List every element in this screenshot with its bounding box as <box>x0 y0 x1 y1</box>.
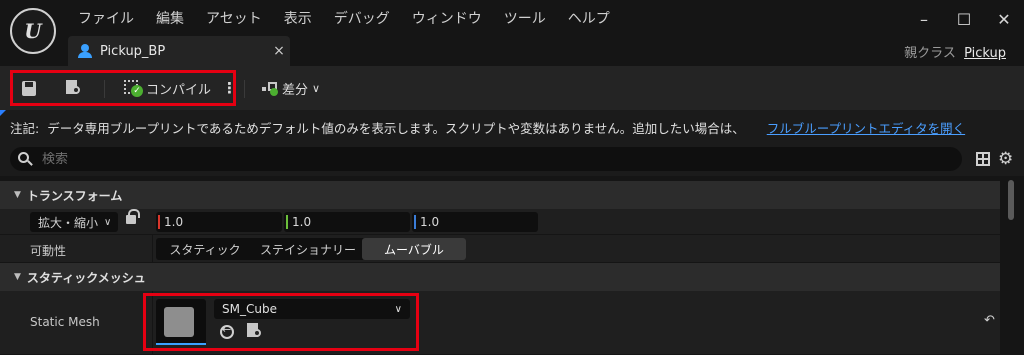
parent-class-link[interactable]: Pickup <box>964 46 1006 61</box>
search-icon <box>18 152 33 166</box>
notice-text: データ専用ブループリントであるためデフォルト値のみを表示します。スクリプトや変数… <box>47 120 745 136</box>
compile-success-icon: ✓ <box>124 80 143 97</box>
column-divider <box>152 235 153 262</box>
compile-label: コンパイル <box>146 82 212 98</box>
details-search-row: ⚙ <box>0 144 1024 176</box>
menu-bar: ファイル 編集 アセット 表示 デバッグ ウィンドウ ツール ヘルプ <box>78 8 632 28</box>
y-axis-marker <box>286 215 288 229</box>
save-button[interactable] <box>22 78 36 98</box>
static-mesh-highlight-box <box>143 293 419 351</box>
parent-class: 親クラス Pickup <box>904 42 1006 61</box>
menu-file[interactable]: ファイル <box>78 8 134 28</box>
scale-x-field[interactable]: 1.0 <box>156 212 282 232</box>
toolbar-divider <box>244 80 245 98</box>
mobility-selector: スタティック ステイショナリー ムーバブル <box>156 238 466 260</box>
static-mesh-label: Static Mesh <box>30 315 100 329</box>
lock-icon[interactable] <box>126 209 140 224</box>
mobility-stationary-option[interactable]: ステイショナリー <box>254 238 362 260</box>
collapse-arrow-icon: ▼ <box>14 272 21 282</box>
x-axis-marker <box>158 215 160 229</box>
scale-y-field[interactable]: 1.0 <box>284 212 410 232</box>
gear-icon[interactable]: ⚙ <box>998 149 1013 169</box>
mobility-label: 可動性 <box>30 244 67 258</box>
open-full-editor-link[interactable]: フルブループリントエディタを開く <box>767 118 965 137</box>
chevron-down-icon: ∨ <box>104 216 112 228</box>
diff-icon <box>262 80 278 96</box>
property-row-mobility: 可動性 スタティック ステイショナリー ムーバブル <box>0 235 1000 263</box>
scale-z-field[interactable]: 1.0 <box>412 212 538 232</box>
scale-label: 拡大・縮小 <box>38 215 99 230</box>
chevron-down-icon: ∨ <box>312 81 321 95</box>
scrollbar-thumb[interactable] <box>1008 180 1014 220</box>
menu-edit[interactable]: 編集 <box>156 8 184 28</box>
mobility-static-option[interactable]: スタティック <box>156 238 254 260</box>
z-axis-marker <box>414 215 416 229</box>
mobility-movable-option[interactable]: ムーバブル <box>362 238 466 260</box>
close-window-button[interactable]: ✕ <box>984 10 1024 29</box>
search-box[interactable] <box>10 147 962 171</box>
compile-options-button[interactable]: ⋮ <box>222 78 237 98</box>
tab-close-button[interactable]: × <box>268 43 290 59</box>
menu-asset[interactable]: アセット <box>206 8 262 28</box>
data-only-notice: 注記: データ専用ブループリントであるためデフォルト値のみを表示します。スクリプ… <box>0 110 1024 144</box>
diff-label: 差分 <box>282 82 309 98</box>
tab-label: Pickup_BP <box>100 43 166 59</box>
unreal-logo-icon[interactable]: U <box>10 8 56 54</box>
browse-asset-icon <box>66 80 82 96</box>
property-row-scale: 拡大・縮小 ∨ 1.0 1.0 1.0 <box>0 209 1000 235</box>
menu-debug[interactable]: デバッグ <box>334 8 390 28</box>
compile-button[interactable]: ✓ コンパイル <box>124 78 211 98</box>
blueprint-actor-icon <box>78 44 92 58</box>
minimize-button[interactable]: – <box>904 10 944 29</box>
section-title: トランスフォーム <box>26 188 123 203</box>
section-title: スタティックメッシュ <box>26 270 146 285</box>
details-scrollbar[interactable] <box>1000 176 1024 355</box>
section-static-mesh[interactable]: ▼ スタティックメッシュ <box>0 263 1000 291</box>
scale-mode-dropdown[interactable]: 拡大・縮小 ∨ <box>30 212 118 232</box>
tab-pickup-bp[interactable]: Pickup_BP × <box>68 36 290 66</box>
window-controls: – ☐ ✕ <box>904 10 1024 29</box>
reset-to-default-icon[interactable]: ↶ <box>984 313 995 328</box>
details-panel: ▼ トランスフォーム 拡大・縮小 ∨ 1.0 1.0 1.0 可動性 スタティッ… <box>0 176 1000 355</box>
notice-corner-marker <box>0 110 6 116</box>
toolbar: ✓ コンパイル ⋮ 差分 ∨ <box>0 66 1024 110</box>
search-input[interactable] <box>42 151 922 167</box>
menu-tools[interactable]: ツール <box>504 8 546 28</box>
save-icon <box>22 80 36 96</box>
toolbar-divider <box>104 80 105 98</box>
browse-button[interactable] <box>66 78 82 98</box>
property-matrix-icon[interactable] <box>976 152 990 166</box>
menu-help[interactable]: ヘルプ <box>568 8 610 28</box>
collapse-arrow-icon: ▼ <box>14 190 21 200</box>
section-transform[interactable]: ▼ トランスフォーム <box>0 181 1000 209</box>
title-bar: U ファイル 編集 アセット 表示 デバッグ ウィンドウ ツール ヘルプ – ☐… <box>0 0 1024 66</box>
menu-view[interactable]: 表示 <box>284 8 312 28</box>
menu-window[interactable]: ウィンドウ <box>412 8 482 28</box>
diff-button[interactable]: 差分 ∨ <box>262 78 320 98</box>
maximize-button[interactable]: ☐ <box>944 10 984 29</box>
notice-label: 注記: <box>10 120 40 136</box>
parent-class-label: 親クラス <box>904 46 956 61</box>
